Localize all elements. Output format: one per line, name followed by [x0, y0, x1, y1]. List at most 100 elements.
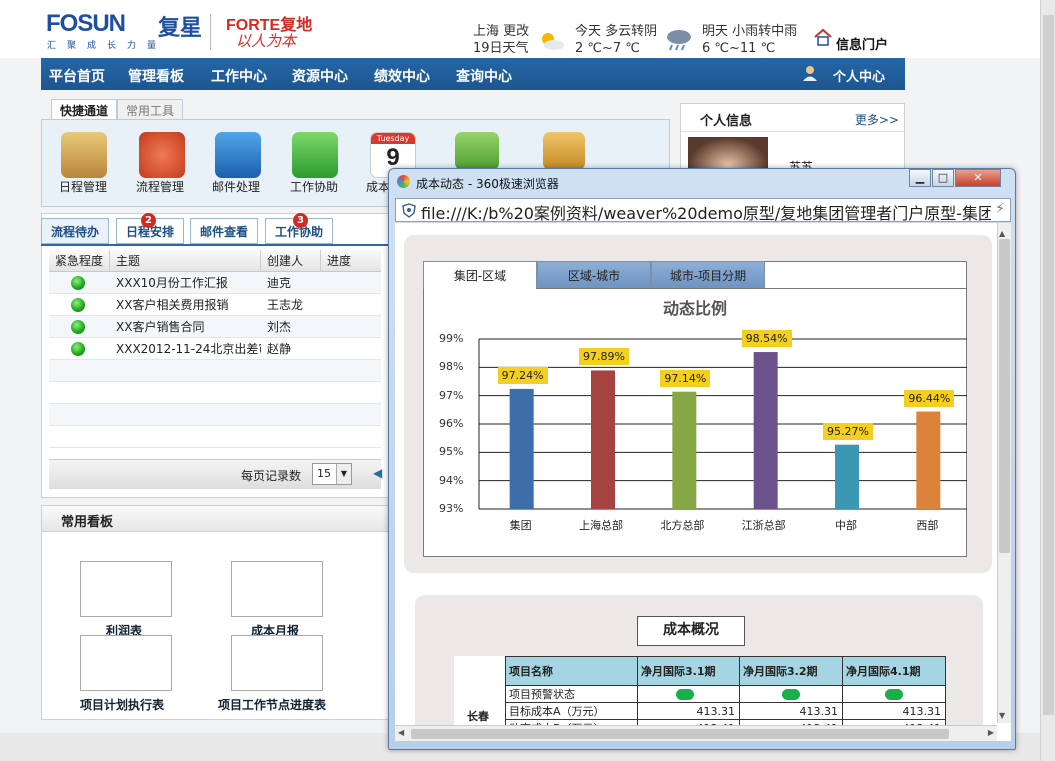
column-creator[interactable]: 创建人 — [261, 250, 321, 272]
warning-status-green-dot — [782, 689, 800, 700]
plan-table-thumbnail[interactable] — [80, 635, 172, 691]
nav-personal-center[interactable]: 个人中心 — [833, 66, 885, 85]
maximize-icon[interactable]: □ — [932, 169, 954, 187]
nav-item-resource-center[interactable]: 资源中心 — [292, 66, 348, 86]
table-row[interactable]: XXX10月份工作汇报 迪克 — [49, 272, 381, 294]
board-item-plan[interactable]: 项目计划执行表 — [80, 696, 164, 713]
quick-item-schedule[interactable]: 日程管理 — [59, 178, 107, 195]
sun-cloud-icon — [542, 33, 564, 50]
pager-prev-icon[interactable]: ◀ — [373, 466, 382, 480]
scroll-down-icon[interactable]: ▼ — [999, 711, 1005, 720]
quick-item-teamwork[interactable]: 工作协助 — [290, 178, 338, 195]
main-nav: 平台首页 管理看板 工作中心 资源中心 绩效中心 查询中心 个人中心 — [41, 58, 905, 90]
cost-report-thumbnail[interactable] — [231, 561, 323, 617]
popup-scrollbar-thumb[interactable] — [999, 239, 1010, 553]
column-priority[interactable]: 紧急程度 — [49, 250, 110, 272]
url-text[interactable]: file:///K:/b%20案例资料/weaver%20demo原型/复地集团… — [421, 200, 991, 224]
table-row[interactable]: XX客户销售合同 刘杰 — [49, 316, 381, 338]
table-row-empty — [49, 360, 381, 382]
column-progress[interactable]: 进度 — [321, 250, 381, 272]
tab-common-tools[interactable]: 常用工具 — [117, 99, 184, 119]
tab-quick-access[interactable]: 快捷通道 — [51, 99, 118, 119]
row-title[interactable]: XXX10月份工作汇报 — [110, 272, 261, 294]
schedule-icon[interactable] — [61, 132, 107, 178]
y-tick-label: 99% — [439, 332, 464, 345]
cost-table-header-phase2: 净月国际3.2期 — [740, 656, 843, 686]
tab-mail-view[interactable]: 邮件查看 — [190, 218, 259, 244]
chevron-down-icon[interactable]: ▼ — [336, 464, 351, 484]
weather-tomorrow-desc: 小雨转中雨 — [732, 24, 798, 39]
person-icon — [803, 66, 817, 81]
popup-hscroll-thumb[interactable] — [411, 729, 949, 739]
per-page-label: 每页记录数 — [241, 469, 302, 483]
board-item-progress[interactable]: 项目工作节点进度表 — [218, 696, 326, 713]
cost-table-header-phase1: 净月国际3.1期 — [638, 656, 740, 686]
tab-pending-workflow[interactable]: 流程待办 — [41, 218, 110, 244]
quick-item-cost[interactable]: 成本 — [366, 178, 390, 195]
progress-table-thumbnail[interactable] — [231, 635, 323, 691]
shield-icon — [402, 203, 416, 218]
row-title[interactable]: XX客户相关费用报销 — [110, 294, 261, 316]
table-row-empty — [49, 382, 381, 404]
column-title[interactable]: 主题 — [110, 250, 261, 272]
quick-item-mail[interactable]: 邮件处理 — [212, 178, 260, 195]
cost-table-header-phase3: 净月国际4.1期 — [843, 656, 946, 686]
per-page-select[interactable]: 15 ▼ — [312, 463, 352, 485]
fosun-slogan: 汇聚成长力量 — [47, 41, 168, 51]
page-scrollbar-thumb[interactable] — [1043, 15, 1054, 715]
profit-sheet-thumbnail[interactable] — [80, 561, 172, 617]
home-icon[interactable] — [814, 28, 832, 46]
teamwork-icon[interactable] — [292, 132, 338, 178]
nav-item-query-center[interactable]: 查询中心 — [456, 66, 512, 86]
nav-item-dashboard[interactable]: 管理看板 — [128, 66, 184, 86]
bar-value-label: 97.89% — [579, 348, 629, 366]
info-portal-link[interactable]: 信息门户 — [836, 34, 888, 53]
personal-more-link[interactable]: 更多>> — [855, 111, 899, 128]
board-title: 常用看板 — [61, 515, 114, 530]
quick-item-workflow[interactable]: 流程管理 — [136, 178, 184, 195]
nav-item-performance-center[interactable]: 绩效中心 — [374, 66, 430, 86]
portal-header: FOSUN 复星 汇聚成长力量 FORTE复地 以人为本 上海 更改 19日天气… — [0, 0, 1040, 58]
scroll-right-icon[interactable]: ▶ — [988, 728, 994, 737]
weather-city: 上海 — [473, 24, 500, 39]
table-row-empty — [49, 426, 381, 448]
scroll-left-icon[interactable]: ◀ — [398, 728, 404, 737]
table-row[interactable]: XXX2012-11-24北京出差审批 赵静 — [49, 338, 381, 360]
status-green-dot — [71, 320, 85, 334]
mail-icon[interactable] — [215, 132, 261, 178]
popup-horizontal-scrollbar[interactable]: ◀ ▶ — [395, 725, 997, 741]
page-scrollbar[interactable] — [1040, 0, 1055, 761]
schedule-count-badge: 2 — [141, 213, 156, 228]
feed-icon[interactable] — [455, 132, 499, 170]
bar-value-label: 97.24% — [497, 366, 548, 384]
nav-item-home[interactable]: 平台首页 — [49, 66, 105, 86]
address-bar[interactable]: file:///K:/b%20案例资料/weaver%20demo原型/复地集团… — [395, 198, 1011, 224]
table-side-label: 长春 — [467, 710, 489, 723]
y-tick-label: 94% — [439, 473, 464, 487]
row-title[interactable]: XX客户销售合同 — [110, 316, 261, 338]
nav-item-work-center[interactable]: 工作中心 — [211, 66, 267, 86]
contacts-icon[interactable] — [543, 132, 585, 170]
panel-divider — [681, 131, 904, 132]
cost-row-name: 项目预警状态 — [505, 686, 638, 703]
workflow-alert-icon[interactable] — [139, 132, 185, 178]
weather-today-temp: 2 ℃~7 ℃ — [575, 41, 640, 56]
table-row[interactable]: XX客户相关费用报销 王志龙 — [49, 294, 381, 316]
row-creator: 迪克 — [267, 276, 292, 290]
weather-change-link[interactable]: 更改 — [503, 24, 529, 39]
x-tick-label: 北方总部 — [660, 519, 705, 532]
weather-date: 19日天气 — [473, 41, 529, 56]
popup-content: 集团-区域 区域-城市 城市-项目分期 动态比例 93% 94% 95% 96% 97%… — [395, 223, 1011, 741]
row-title[interactable]: XXX2012-11-24北京出差审批 — [110, 338, 261, 360]
x-tick-label: 西部 — [916, 519, 939, 532]
work-assist-count-badge: 3 — [293, 213, 308, 228]
browser-logo-icon — [397, 175, 410, 188]
close-icon[interactable]: ✕ — [955, 169, 1001, 187]
scroll-up-icon[interactable]: ▲ — [999, 229, 1005, 238]
minimize-icon[interactable]: ▁ — [909, 169, 931, 187]
personal-info-panel: 个人信息 更多>> 苏苏 — [680, 103, 905, 174]
status-green-dot — [71, 298, 85, 312]
popup-vertical-scrollbar[interactable]: ▲ ▼ — [997, 223, 1011, 723]
y-tick-label: 95% — [439, 445, 464, 459]
lightning-icon[interactable]: ⚡ — [995, 201, 1005, 217]
